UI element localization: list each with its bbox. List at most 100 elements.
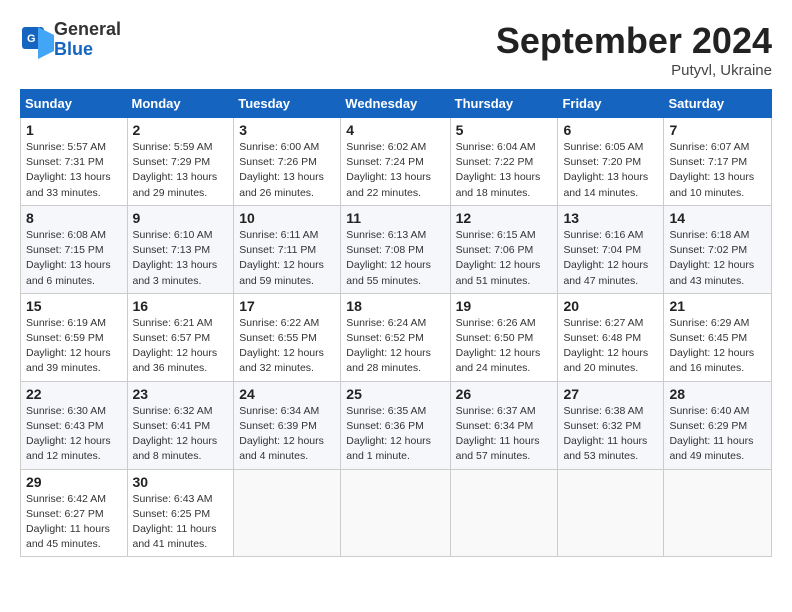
day-info: Sunrise: 5:57 AM Sunset: 7:31 PM Dayligh… [26,140,122,201]
calendar-cell [450,469,558,557]
calendar-cell: 27 Sunrise: 6:38 AM Sunset: 6:32 PM Dayli… [558,381,664,469]
day-number: 17 [239,298,335,314]
svg-text:G: G [27,33,36,45]
day-info: Sunrise: 6:10 AM Sunset: 7:13 PM Dayligh… [133,228,229,289]
logo: G General Blue [20,20,121,60]
calendar-week-4: 22 Sunrise: 6:30 AM Sunset: 6:43 PM Dayli… [21,381,772,469]
day-info: Sunrise: 6:24 AM Sunset: 6:52 PM Dayligh… [346,316,444,377]
day-number: 15 [26,298,122,314]
day-number: 3 [239,122,335,138]
weekday-header-monday: Monday [127,90,234,118]
calendar-cell: 18 Sunrise: 6:24 AM Sunset: 6:52 PM Dayli… [341,293,450,381]
calendar-cell: 8 Sunrise: 6:08 AM Sunset: 7:15 PM Daylig… [21,205,128,293]
day-number: 8 [26,210,122,226]
day-number: 1 [26,122,122,138]
day-info: Sunrise: 6:29 AM Sunset: 6:45 PM Dayligh… [669,316,766,377]
day-number: 27 [563,386,658,402]
title-block: September 2024 Putyvl, Ukraine [496,20,772,79]
calendar-cell: 19Sunrise: 6:26 AM Sunset: 6:50 PM Dayli… [450,293,558,381]
day-info: Sunrise: 6:00 AM Sunset: 7:26 PM Dayligh… [239,140,335,201]
day-info: Sunrise: 6:02 AM Sunset: 7:24 PM Dayligh… [346,140,444,201]
day-number: 5 [456,122,553,138]
day-number: 30 [133,474,229,490]
calendar-cell: 17 Sunrise: 6:22 AM Sunset: 6:55 PM Dayli… [234,293,341,381]
day-number: 13 [563,210,658,226]
calendar-cell: 7 Sunrise: 6:07 AM Sunset: 7:17 PM Daylig… [664,118,772,206]
weekday-header-wednesday: Wednesday [341,90,450,118]
page-header: G General Blue September 2024 Putyvl, Uk… [20,20,772,79]
logo-blue: Blue [54,40,121,60]
calendar-cell: 13 Sunrise: 6:16 AM Sunset: 7:04 PM Dayli… [558,205,664,293]
day-info: Sunrise: 6:08 AM Sunset: 7:15 PM Dayligh… [26,228,122,289]
calendar-week-5: 29 Sunrise: 6:42 AM Sunset: 6:27 PM Dayli… [21,469,772,557]
day-info: Sunrise: 6:32 AM Sunset: 6:41 PM Dayligh… [133,404,229,465]
calendar-cell [234,469,341,557]
calendar-cell: 3 Sunrise: 6:00 AM Sunset: 7:26 PM Daylig… [234,118,341,206]
day-info: Sunrise: 6:38 AM Sunset: 6:32 PM Dayligh… [563,404,658,465]
day-number: 6 [563,122,658,138]
day-number: 19 [456,298,553,314]
day-info: Sunrise: 6:13 AM Sunset: 7:08 PM Dayligh… [346,228,444,289]
day-number: 18 [346,298,444,314]
calendar-cell: 26 Sunrise: 6:37 AM Sunset: 6:34 PM Dayli… [450,381,558,469]
weekday-header-tuesday: Tuesday [234,90,341,118]
day-number: 26 [456,386,553,402]
day-info: Sunrise: 6:07 AM Sunset: 7:17 PM Dayligh… [669,140,766,201]
day-info: Sunrise: 6:18 AM Sunset: 7:02 PM Dayligh… [669,228,766,289]
calendar-cell: 20 Sunrise: 6:27 AM Sunset: 6:48 PM Dayli… [558,293,664,381]
calendar-cell: 22 Sunrise: 6:30 AM Sunset: 6:43 PM Dayli… [21,381,128,469]
day-number: 7 [669,122,766,138]
calendar-cell: 6 Sunrise: 6:05 AM Sunset: 7:20 PM Daylig… [558,118,664,206]
weekday-header-thursday: Thursday [450,90,558,118]
day-number: 10 [239,210,335,226]
day-number: 11 [346,210,444,226]
day-info: Sunrise: 6:22 AM Sunset: 6:55 PM Dayligh… [239,316,335,377]
weekday-header-sunday: Sunday [21,90,128,118]
calendar-cell: 16 Sunrise: 6:21 AM Sunset: 6:57 PM Dayli… [127,293,234,381]
calendar-table: SundayMondayTuesdayWednesdayThursdayFrid… [20,89,772,557]
day-number: 12 [456,210,553,226]
calendar-cell: 24Sunrise: 6:34 AM Sunset: 6:39 PM Dayli… [234,381,341,469]
calendar-cell: 14 Sunrise: 6:18 AM Sunset: 7:02 PM Dayli… [664,205,772,293]
day-info: Sunrise: 6:43 AM Sunset: 6:25 PM Dayligh… [133,492,229,553]
calendar-cell: 30 Sunrise: 6:43 AM Sunset: 6:25 PM Dayli… [127,469,234,557]
day-number: 22 [26,386,122,402]
calendar-cell: 28 Sunrise: 6:40 AM Sunset: 6:29 PM Dayli… [664,381,772,469]
day-info: Sunrise: 6:35 AM Sunset: 6:36 PM Dayligh… [346,404,444,465]
day-number: 21 [669,298,766,314]
day-number: 28 [669,386,766,402]
weekday-header-row: SundayMondayTuesdayWednesdayThursdayFrid… [21,90,772,118]
calendar-cell: 25Sunrise: 6:35 AM Sunset: 6:36 PM Dayli… [341,381,450,469]
calendar-cell: 12Sunrise: 6:15 AM Sunset: 7:06 PM Dayli… [450,205,558,293]
calendar-cell: 4Sunrise: 6:02 AM Sunset: 7:24 PM Daylig… [341,118,450,206]
calendar-cell: 15Sunrise: 6:19 AM Sunset: 6:59 PM Dayli… [21,293,128,381]
day-info: Sunrise: 6:16 AM Sunset: 7:04 PM Dayligh… [563,228,658,289]
day-info: Sunrise: 6:42 AM Sunset: 6:27 PM Dayligh… [26,492,122,553]
weekday-header-friday: Friday [558,90,664,118]
calendar-cell [341,469,450,557]
day-number: 16 [133,298,229,314]
logo-general: General [54,20,121,40]
day-info: Sunrise: 6:30 AM Sunset: 6:43 PM Dayligh… [26,404,122,465]
day-number: 14 [669,210,766,226]
calendar-cell: 1 Sunrise: 5:57 AM Sunset: 7:31 PM Daylig… [21,118,128,206]
day-info: Sunrise: 6:40 AM Sunset: 6:29 PM Dayligh… [669,404,766,465]
day-info: Sunrise: 6:37 AM Sunset: 6:34 PM Dayligh… [456,404,553,465]
day-info: Sunrise: 6:21 AM Sunset: 6:57 PM Dayligh… [133,316,229,377]
day-info: Sunrise: 5:59 AM Sunset: 7:29 PM Dayligh… [133,140,229,201]
calendar-cell: 23Sunrise: 6:32 AM Sunset: 6:41 PM Dayli… [127,381,234,469]
calendar-week-2: 8 Sunrise: 6:08 AM Sunset: 7:15 PM Daylig… [21,205,772,293]
day-number: 20 [563,298,658,314]
day-info: Sunrise: 6:11 AM Sunset: 7:11 PM Dayligh… [239,228,335,289]
day-info: Sunrise: 6:04 AM Sunset: 7:22 PM Dayligh… [456,140,553,201]
logo-icon: G [20,25,50,55]
day-info: Sunrise: 6:05 AM Sunset: 7:20 PM Dayligh… [563,140,658,201]
calendar-cell: 9Sunrise: 6:10 AM Sunset: 7:13 PM Daylig… [127,205,234,293]
calendar-week-3: 15Sunrise: 6:19 AM Sunset: 6:59 PM Dayli… [21,293,772,381]
calendar-cell: 29 Sunrise: 6:42 AM Sunset: 6:27 PM Dayli… [21,469,128,557]
day-number: 29 [26,474,122,490]
day-info: Sunrise: 6:27 AM Sunset: 6:48 PM Dayligh… [563,316,658,377]
calendar-cell [558,469,664,557]
calendar-cell: 2Sunrise: 5:59 AM Sunset: 7:29 PM Daylig… [127,118,234,206]
calendar-cell: 5 Sunrise: 6:04 AM Sunset: 7:22 PM Daylig… [450,118,558,206]
